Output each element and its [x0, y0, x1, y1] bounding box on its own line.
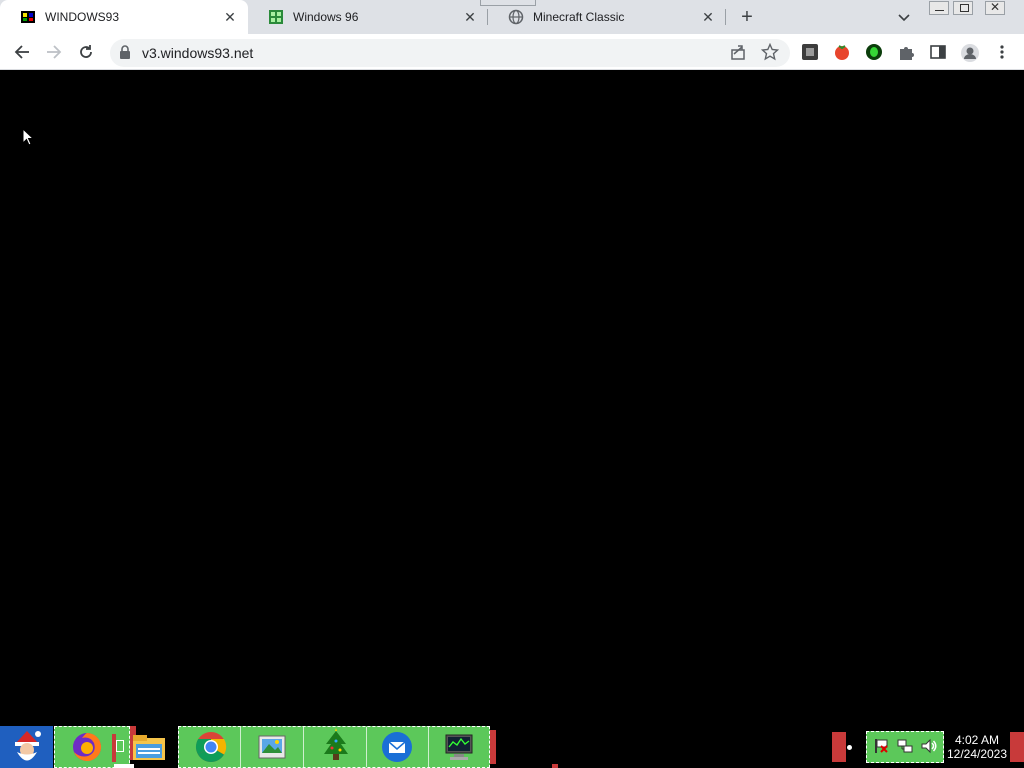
extensions-puzzle-icon[interactable] — [897, 43, 915, 61]
bookmark-star-icon[interactable] — [761, 43, 779, 61]
tab-windows96[interactable]: Windows 96 ✕ — [248, 0, 488, 34]
network-icon[interactable] — [896, 737, 914, 755]
chevron-down-icon[interactable] — [896, 9, 912, 25]
back-button[interactable] — [12, 42, 32, 62]
forward-button[interactable] — [44, 42, 64, 62]
tab-title: Windows 96 — [293, 10, 359, 24]
new-tab-button[interactable]: + — [738, 7, 756, 27]
mouse-cursor-icon — [22, 128, 34, 146]
more-menu-icon[interactable] — [996, 43, 1008, 61]
photos-icon[interactable] — [255, 730, 289, 764]
active-indicator — [114, 764, 134, 768]
thunderbird-icon[interactable] — [380, 730, 414, 764]
windows96-favicon — [269, 10, 283, 24]
reload-icon — [80, 45, 92, 58]
taskbar-divider — [366, 727, 367, 767]
arrow-right-icon — [47, 45, 62, 59]
window-indicator — [552, 764, 558, 768]
window-indicator — [490, 730, 496, 764]
side-panel-icon[interactable] — [929, 43, 947, 61]
profile-avatar-icon[interactable] — [960, 43, 980, 63]
tab-title: Minecraft Classic — [533, 10, 625, 24]
restore-button[interactable] — [953, 1, 973, 15]
lock-icon[interactable] — [119, 45, 131, 59]
dot-indicator — [847, 745, 852, 750]
close-tab-icon[interactable]: ✕ — [462, 9, 478, 25]
file-explorer-icon[interactable] — [131, 732, 167, 764]
alien-extension-icon[interactable] — [865, 43, 883, 61]
close-tab-icon[interactable]: ✕ — [222, 9, 238, 25]
tray-mini-icon — [116, 740, 124, 752]
globe-favicon — [508, 9, 524, 25]
tab-windows93[interactable]: WINDOWS93 ✕ — [0, 0, 248, 34]
windows93-favicon — [21, 11, 35, 23]
taskbar-divider — [303, 727, 304, 767]
extension-icon[interactable] — [801, 43, 819, 61]
system-monitor-icon[interactable] — [442, 730, 476, 764]
close-window-button[interactable]: ✕ — [985, 0, 1005, 15]
show-hidden-icons-button[interactable] — [832, 732, 846, 762]
arrow-left-icon — [14, 45, 29, 59]
tab-separator — [725, 9, 726, 25]
show-desktop-button[interactable] — [1010, 732, 1024, 762]
santa-start-icon — [15, 731, 41, 761]
close-tab-icon[interactable]: ✕ — [700, 9, 716, 25]
page-content-area[interactable] — [0, 71, 1024, 726]
tomato-extension-icon[interactable] — [833, 43, 851, 61]
start-button[interactable] — [0, 726, 53, 768]
chrome-icon[interactable] — [194, 730, 228, 764]
christmas-tree-icon[interactable] — [320, 728, 352, 764]
taskbar-divider — [428, 727, 429, 767]
url-text[interactable]: v3.windows93.net — [142, 45, 253, 61]
minimize-button[interactable] — [929, 1, 949, 15]
firefox-icon[interactable] — [70, 730, 104, 764]
share-icon[interactable] — [729, 43, 747, 61]
clock-date[interactable]: 12/24/2023 — [944, 747, 1010, 761]
tab-title: WINDOWS93 — [45, 10, 120, 24]
reload-button[interactable] — [76, 42, 96, 62]
tab-drag-hint — [480, 0, 536, 6]
action-center-flag-icon[interactable] — [872, 737, 890, 755]
clock-time[interactable]: 4:02 AM — [944, 733, 1010, 747]
taskbar-divider — [240, 727, 241, 767]
volume-icon[interactable] — [920, 737, 938, 755]
